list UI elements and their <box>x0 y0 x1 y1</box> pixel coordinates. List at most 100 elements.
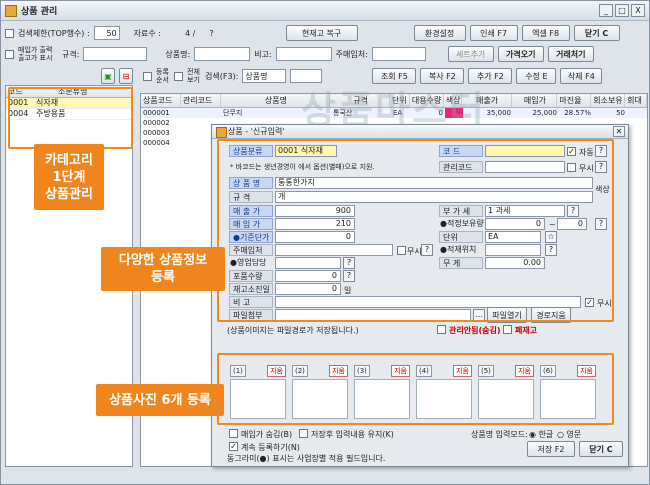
callout-photos: 상품사진 6개 등록 <box>96 384 224 416</box>
product-name-input[interactable] <box>194 47 251 61</box>
edit-button[interactable]: 수정 E <box>516 68 557 84</box>
title-bar: 상품 관리 _ □ X <box>1 1 649 21</box>
material-count-value: 4 / <box>184 28 196 38</box>
copy-button[interactable]: 복사 F2 <box>420 68 465 84</box>
buy-price-label: 매입가 출력 출고가 표시 <box>18 46 53 62</box>
excel-button[interactable]: 엑셀 F8 <box>521 25 570 41</box>
register-order-checkbox[interactable] <box>143 71 152 81</box>
column-header: 대용수량 <box>410 94 444 107</box>
grid-cell: 35,000 <box>486 109 512 117</box>
keep-input-label: 저장후 입력내용 유지(K) <box>311 430 394 439</box>
toolbar-row-3: ▣ ⊟ 등록 순서 전체 보기 검색(F3): 상품명 조회 F5 복사 F2 … <box>101 67 646 85</box>
search-f3-label: 검색(F3): <box>205 71 239 81</box>
grid-cell: 50 <box>616 109 625 117</box>
window-title: 상품 관리 <box>21 7 58 17</box>
keep-input-checkbox[interactable] <box>299 429 308 438</box>
search-limit-checkbox[interactable] <box>5 28 14 38</box>
column-header: 매입가 <box>512 94 558 107</box>
toolbar-row-2: 매입가 출력 출고가 표시 규격: 상품명: 비고: 주매입처: 세트추가 가격… <box>5 45 645 63</box>
dialog-close-icon[interactable]: ✕ <box>613 126 625 137</box>
maximize-button[interactable]: □ <box>615 4 629 17</box>
category-highlight-frame <box>8 87 133 149</box>
search-field-select[interactable]: 상품명 <box>242 69 287 83</box>
legend-note: 동그라미(●) 표시는 사업장별 적용 필드입니다. <box>227 454 386 463</box>
base-client-button[interactable]: 거래처기 <box>547 46 594 62</box>
dialog-title: 상품 - '신규입력' <box>212 125 628 139</box>
search-limit-label: 검색제한(TOP행수) : <box>18 28 90 38</box>
spec-label: 규격: <box>62 49 80 59</box>
column-header: 규격 <box>330 94 390 107</box>
show-all-checkbox[interactable] <box>174 71 183 81</box>
column-header: 상품명 <box>221 94 331 107</box>
expand-icon[interactable]: ▣ <box>101 68 115 84</box>
price-fetch-button[interactable]: 가격오기 <box>497 46 544 62</box>
minimize-button[interactable]: _ <box>599 4 613 17</box>
note-input[interactable] <box>275 47 332 61</box>
delete-button[interactable]: 삭제 F4 <box>560 68 603 84</box>
file-note: (상품이미지는 파일경로가 저장됩니다.) <box>227 326 359 335</box>
grid-cell: 통국산 <box>333 109 353 117</box>
column-header: 관리코드 <box>181 94 221 107</box>
search-value-input[interactable] <box>290 69 323 83</box>
column-header: 색상 <box>445 94 462 107</box>
grid-header: 상품코드 관리코드 상품명 규격 단위 대용수량 색상 매출가 매입가 마진율 … <box>141 94 647 108</box>
grid-cell: 28.57% <box>564 109 591 117</box>
dialog-close-button[interactable]: 닫기 C <box>579 441 623 457</box>
add-button[interactable]: 추가 F2 <box>468 68 513 84</box>
manage-hide-checkbox[interactable] <box>437 325 446 334</box>
spec-input[interactable] <box>83 47 148 61</box>
show-all-label: 전체 보기 <box>187 68 200 84</box>
buy-hide-label: 매입가 숨김(B) <box>241 430 293 439</box>
column-header: 마진율 <box>557 94 592 107</box>
grid-cell <box>181 108 221 118</box>
restore-stock-button[interactable]: 현재고 복구 <box>285 25 358 41</box>
product-name-label: 상품명: <box>165 49 191 59</box>
continue-label: 계속 등록하기(N) <box>241 443 300 452</box>
env-settings-button[interactable]: 환경설정 <box>413 25 466 41</box>
callout-product-info: 다양한 상품정보 등록 <box>101 247 225 291</box>
column-header: 매출가 <box>462 94 512 107</box>
grid-cell: 000001 <box>143 109 170 117</box>
grid-cell: 000002 <box>143 119 170 127</box>
photo-highlight-frame <box>217 353 614 425</box>
material-count-label: 자료수 : <box>133 28 161 38</box>
column-header: 상품코드 <box>141 94 181 107</box>
table-row[interactable]: 000001 단무지 통국산 EA 0 35,000 25,000 28.57%… <box>141 108 647 118</box>
register-order-label: 등록 순서 <box>156 68 169 84</box>
discontinued-label: 폐재고 <box>515 326 538 335</box>
main-supplier-input[interactable] <box>371 47 426 61</box>
lang-korean-radio[interactable]: ◉ 한글 <box>529 429 553 440</box>
column-header: 회대 <box>625 94 647 107</box>
toolbar-row-1: 검색제한(TOP행수) : 50 자료수 : 4 / ? 현재고 복구 환경설정… <box>5 24 645 42</box>
column-header: 단위 <box>390 94 410 107</box>
discontinued-checkbox[interactable] <box>503 325 512 334</box>
close-window-button[interactable]: X <box>631 4 645 17</box>
column-header: 회소보유 <box>591 94 626 107</box>
grid-cell: 000003 <box>143 129 170 137</box>
set-add-button[interactable]: 세트추가 <box>447 46 494 62</box>
continue-checkbox[interactable]: ✓ <box>229 442 238 451</box>
grid-cell: 0 <box>438 109 443 117</box>
lang-english-radio[interactable]: ○ 영문 <box>557 429 581 440</box>
close-button[interactable]: 닫기 C <box>573 25 620 41</box>
query-button[interactable]: 조회 F5 <box>372 68 417 84</box>
app-icon <box>5 4 17 17</box>
color-swatch <box>445 108 463 118</box>
grid-cell: 000004 <box>143 139 170 147</box>
callout-category: 카테고리 1단계 상품관리 <box>34 144 104 210</box>
product-info-highlight-frame <box>217 139 614 322</box>
lang-mode-label: 상품명 입력모드: <box>471 430 528 439</box>
note-label: 비고: <box>254 49 272 59</box>
main-window: 상품 관리 _ □ X 검색제한(TOP행수) : 50 자료수 : 4 / ?… <box>0 0 650 485</box>
print-button[interactable]: 인쇄 F7 <box>469 25 518 41</box>
buy-price-checkbox[interactable] <box>5 49 14 59</box>
manage-hide-label: 관리안됨(숨김) <box>449 326 501 335</box>
save-button[interactable]: 저장 F2 <box>527 441 575 457</box>
search-limit-input[interactable]: 50 <box>93 26 120 40</box>
grid-cell: 25,000 <box>532 109 558 117</box>
grid-cell: EA <box>393 109 403 117</box>
buy-hide-checkbox[interactable] <box>229 429 238 438</box>
main-supplier-label: 주매입처: <box>335 49 368 59</box>
material-total: ? <box>209 28 214 38</box>
collapse-icon[interactable]: ⊟ <box>119 68 133 84</box>
